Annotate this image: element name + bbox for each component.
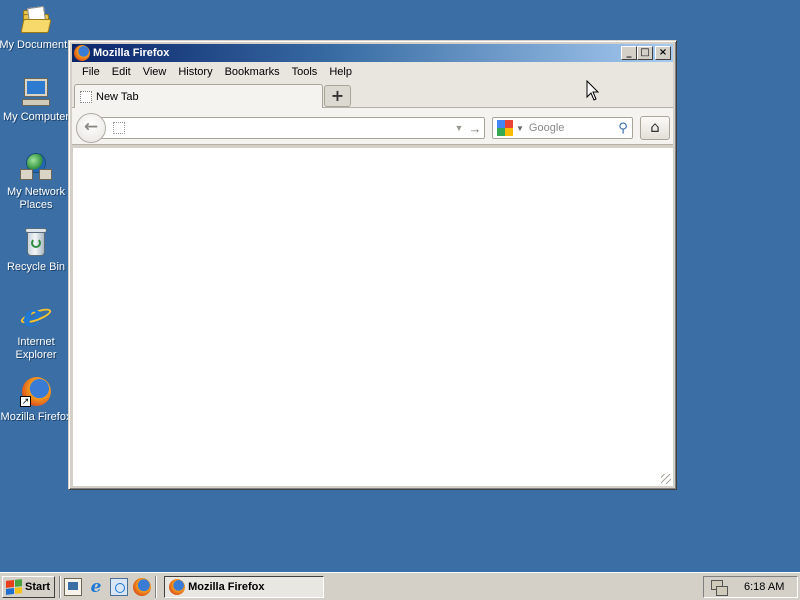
maximize-button[interactable]: □ [637,46,653,60]
quick-launch: e [64,577,152,596]
menu-tools[interactable]: Tools [286,66,324,78]
menu-file[interactable]: File [76,66,106,78]
menu-history[interactable]: History [172,66,218,78]
network-icon[interactable] [110,577,129,596]
site-identity-icon[interactable] [113,122,125,134]
menu-help[interactable]: Help [323,66,358,78]
engine-dropdown-icon[interactable]: ▼ [516,124,524,133]
blank-page-icon [80,91,92,103]
show-desktop-icon[interactable] [64,577,83,596]
new-tab-button[interactable]: + [324,85,351,107]
desktop-icon-my-documents[interactable]: My Documents [0,4,74,52]
firefox-icon [169,578,186,595]
page-content[interactable] [73,148,673,486]
navigation-toolbar: ← ▼ → ▼ ⚲ ⌂ [72,108,673,145]
firefox-icon [74,45,90,61]
desktop-icon-internet-explorer[interactable]: e Internet Explorer [0,301,74,362]
tab-new-tab[interactable]: New Tab [74,84,323,109]
desktop-icon-network-places[interactable]: My Network Places [0,151,74,212]
system-tray: 6:18 AM [703,575,798,598]
my-computer-icon [20,76,52,108]
desktop-icon-label: My Computer [2,111,70,123]
my-documents-icon [20,4,52,36]
resize-grip-icon[interactable] [661,474,671,484]
network-places-icon [20,151,52,183]
url-input[interactable] [133,122,452,134]
start-button[interactable]: Start [2,575,56,598]
shortcut-arrow-icon: ↗ [20,396,31,407]
minimize-button[interactable]: _ [621,46,637,60]
home-button[interactable]: ⌂ [640,116,670,140]
firefox-icon[interactable] [133,577,152,596]
desktop-icon-mozilla-firefox[interactable]: ↗ Mozilla Firefox [0,376,74,424]
url-bar[interactable]: ▼ → [100,117,485,139]
desktop-icon-label: Mozilla Firefox [0,411,72,423]
back-button[interactable]: ← [76,113,106,143]
firefox-icon: ↗ [20,376,52,408]
recycle-bin-icon [20,226,52,258]
go-arrow-icon[interactable]: → [466,121,484,136]
url-dropdown-icon[interactable]: ▼ [452,123,466,133]
taskbar: Start e Mozilla Firefox 6:18 AM [0,572,800,600]
mouse-cursor-icon [586,80,600,101]
desktop-icon-label: My Documents [0,39,73,51]
close-button[interactable]: × [655,46,671,60]
internet-explorer-icon[interactable]: e [87,578,105,596]
desktop-icon-recycle-bin[interactable]: Recycle Bin [0,226,74,274]
desktop-icon-label: My Network Places [6,186,66,211]
search-icon[interactable]: ⚲ [614,120,632,136]
windows-logo-icon [6,578,22,595]
taskbar-button-firefox[interactable]: Mozilla Firefox [164,575,325,598]
firefox-window[interactable]: Mozilla Firefox _ □ × File Edit View His… [68,40,677,490]
network-connection-icon[interactable] [710,579,728,596]
desktop-icon-label: Recycle Bin [6,261,66,273]
menu-bookmarks[interactable]: Bookmarks [219,66,286,78]
tab-label: New Tab [96,91,139,103]
title-bar[interactable]: Mozilla Firefox _ □ × [72,44,673,62]
clock[interactable]: 6:18 AM [744,581,784,593]
desktop-icon-my-computer[interactable]: My Computer [0,76,74,124]
search-input[interactable] [528,122,614,134]
google-engine-icon[interactable] [497,120,513,136]
internet-explorer-icon: e [19,301,53,333]
taskbar-separator [155,575,158,598]
desktop-icon-label: Internet Explorer [15,336,57,361]
menu-view[interactable]: View [137,66,173,78]
start-label: Start [25,580,51,593]
window-title: Mozilla Firefox [93,47,170,59]
tab-strip: New Tab + [72,82,673,109]
menu-bar: File Edit View History Bookmarks Tools H… [72,62,673,82]
search-bar[interactable]: ▼ ⚲ [492,117,633,139]
task-label: Mozilla Firefox [188,580,265,593]
menu-edit[interactable]: Edit [106,66,137,78]
taskbar-separator [59,575,62,598]
